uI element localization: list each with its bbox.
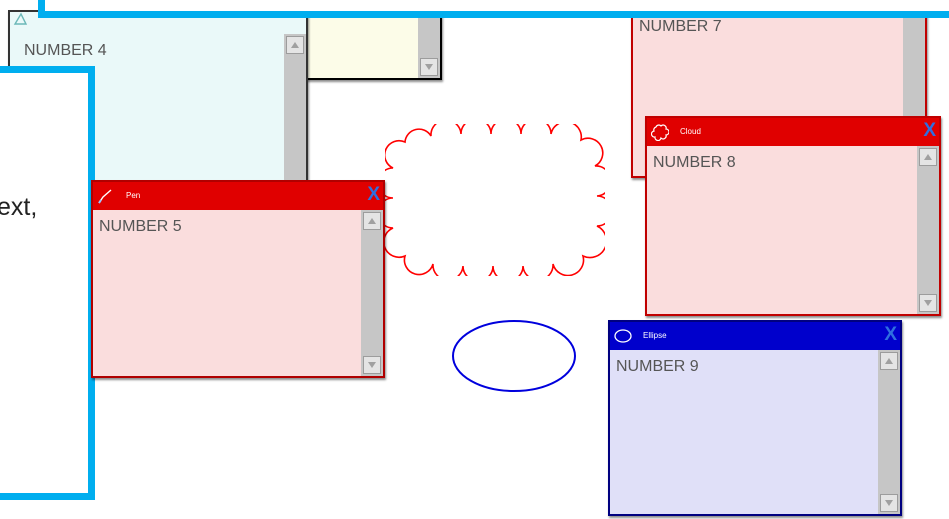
scrollbar[interactable] [917,146,939,314]
window-title: Ellipse [643,331,667,340]
scroll-up-arrow-icon [291,42,299,48]
window-title: Pen [126,191,141,200]
ellipse-shape[interactable] [450,318,578,394]
window-body[interactable]: NUMBER 9 [610,350,900,514]
scroll-up-arrow-icon [885,358,893,364]
overlay-partial-text: ext, [0,193,38,221]
scroll-up-arrow-icon [368,218,376,224]
note-text[interactable]: NUMBER 7 [639,18,722,36]
cloud-icon [651,124,669,141]
scrollbar[interactable] [284,34,306,188]
scroll-down-arrow-icon [924,300,932,306]
scroll-down-button[interactable] [880,494,898,512]
scroll-up-button[interactable] [919,148,937,166]
scroll-down-arrow-icon [425,64,433,70]
cloud-shape[interactable] [385,124,605,276]
pen-icon [98,189,112,204]
scroll-down-button[interactable] [363,356,381,374]
note-text[interactable]: NUMBER 4 [24,42,107,60]
close-icon[interactable]: X [884,324,897,346]
window-title: Cloud [680,127,701,136]
note-window-pen[interactable]: Pen X NUMBER 5 [91,180,385,378]
scrollbar[interactable] [361,210,383,376]
scrollbar[interactable] [878,350,900,514]
overlay-card: ext, [0,66,95,500]
close-icon[interactable]: X [923,120,936,142]
title-bar[interactable]: Pen X [93,182,383,210]
triangle-icon [13,12,28,25]
close-icon[interactable]: X [367,184,380,206]
window-body[interactable]: NUMBER 5 [93,210,383,376]
overlay-top-banner [38,0,949,18]
scroll-down-arrow-icon [885,500,893,506]
window-body[interactable]: NUMBER 8 [647,146,939,314]
note-text[interactable]: NUMBER 8 [653,154,736,172]
scroll-up-arrow-icon [924,154,932,160]
ellipse-icon [614,329,632,343]
note-window-ellipse[interactable]: Ellipse X NUMBER 9 [608,320,902,516]
title-bar[interactable]: Ellipse X [610,322,900,350]
note-window-cloud[interactable]: Cloud X NUMBER 8 [645,116,941,316]
scroll-down-button[interactable] [420,58,438,76]
note-text[interactable]: NUMBER 5 [99,218,182,236]
scroll-down-button[interactable] [919,294,937,312]
scroll-down-arrow-icon [368,362,376,368]
scroll-up-button[interactable] [286,36,304,54]
scroll-up-button[interactable] [363,212,381,230]
scroll-up-button[interactable] [880,352,898,370]
title-bar[interactable]: Cloud X [647,118,939,146]
note-text[interactable]: NUMBER 9 [616,358,699,376]
